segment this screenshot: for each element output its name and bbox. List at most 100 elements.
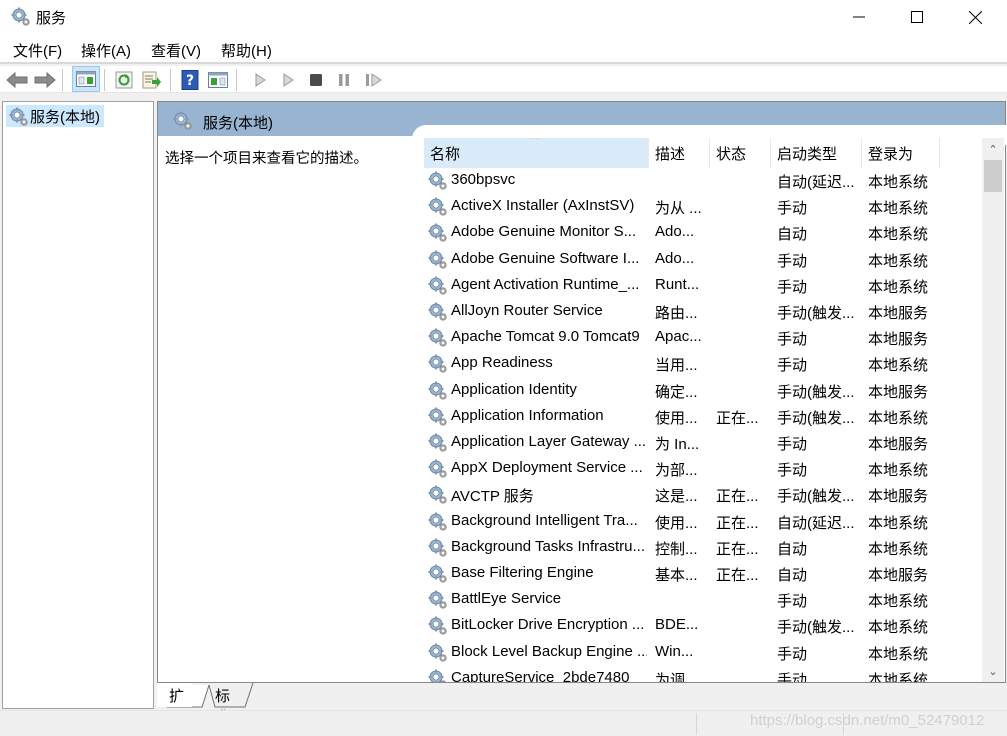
- refresh-icon: [115, 71, 133, 89]
- console-tree-icon: [76, 71, 96, 87]
- window-title: 服务: [36, 10, 67, 27]
- tree-item-services-local[interactable]: 服务(本地): [6, 105, 104, 127]
- service-row[interactable]: BattlEye Service 手动 本地系统: [424, 587, 984, 613]
- service-row[interactable]: ActiveX Installer (AxInstSV) 为从 ... 手动 本地系统: [424, 194, 984, 220]
- cell-logon: 本地系统: [868, 226, 929, 244]
- column-header-name[interactable]: ^ 名称: [424, 138, 649, 168]
- description-text: 选择一个项目来查看它的描述。: [165, 151, 368, 167]
- service-gear-icon: [428, 564, 447, 583]
- cell-name: Adobe Genuine Monitor S...: [451, 223, 637, 241]
- cell-startup: 手动(触发...: [777, 619, 855, 637]
- maximize-icon: [911, 11, 923, 23]
- menu-view[interactable]: 查看(V): [151, 40, 201, 61]
- cell-name: Adobe Genuine Software I...: [451, 249, 640, 267]
- refresh-button[interactable]: [112, 68, 136, 92]
- cell-name: Apache Tomcat 9.0 Tomcat9: [451, 328, 640, 346]
- column-header-label: 名称: [430, 145, 461, 163]
- services-pane: 服务(本地) 选择一个项目来查看它的描述。 ^ 名称 描述 状态 启动类型 登录…: [157, 101, 1007, 683]
- service-gear-icon: [428, 642, 447, 662]
- menu-help[interactable]: 帮助(H): [221, 40, 272, 61]
- close-button[interactable]: [946, 0, 1004, 34]
- tab-standard[interactable]: 标准: [203, 683, 238, 726]
- column-header-startup-type[interactable]: 启动类型: [771, 138, 862, 168]
- service-row[interactable]: 360bpsvc 自动(延迟... 本地系统: [424, 168, 984, 194]
- pause-service-button[interactable]: [332, 68, 356, 92]
- forward-button[interactable]: [33, 68, 57, 92]
- stop-service-button[interactable]: [304, 68, 328, 92]
- scroll-thumb[interactable]: [984, 160, 1002, 192]
- minimize-button[interactable]: [830, 0, 888, 34]
- cell-desc: BDE...: [655, 616, 699, 634]
- scroll-down-button[interactable]: ⌄: [982, 660, 1004, 682]
- service-row[interactable]: AllJoyn Router Service 路由... 手动(触发... 本地服务: [424, 299, 984, 325]
- cell-logon: 本地系统: [868, 278, 929, 296]
- cell-logon: 本地系统: [868, 462, 929, 480]
- column-header-status[interactable]: 状态: [710, 138, 771, 168]
- service-row[interactable]: Background Intelligent Tra... 使用... 正在... 自…: [424, 509, 984, 535]
- column-header-description[interactable]: 描述: [649, 138, 710, 168]
- pause-icon: [339, 74, 349, 86]
- service-row[interactable]: AVCTP 服务 这是... 正在... 手动(触发... 本地服务: [424, 482, 984, 508]
- column-header-logon-as[interactable]: 登录为: [862, 138, 940, 168]
- cell-startup: 手动: [777, 252, 808, 270]
- show-hide-console-tree-button[interactable]: [72, 66, 100, 92]
- cell-desc: 使用...: [655, 514, 698, 532]
- service-row[interactable]: Apache Tomcat 9.0 Tomcat9 Apac... 手动 本地服务: [424, 325, 984, 351]
- service-row[interactable]: Application Layer Gateway ... 为 In... 手动 本地…: [424, 430, 984, 456]
- service-gear-icon: [428, 171, 447, 190]
- column-header-label: 启动类型: [777, 145, 838, 163]
- service-row[interactable]: Application Information 使用... 正在... 手动(触发..…: [424, 404, 984, 430]
- stop-icon: [310, 74, 322, 86]
- services-gear-icon: [9, 107, 28, 126]
- title-bar: 服务: [0, 0, 1007, 34]
- cell-startup: 自动: [777, 567, 808, 584]
- service-row[interactable]: Application Identity 确定... 手动(触发... 本地服务: [424, 378, 984, 404]
- service-gear-icon: [428, 275, 447, 295]
- service-row[interactable]: App Readiness 当用... 手动 本地系统: [424, 351, 984, 377]
- restart-service-button[interactable]: [362, 68, 386, 92]
- menu-action[interactable]: 操作(A): [81, 40, 131, 61]
- service-row[interactable]: Block Level Backup Engine ... Win... 手动 本地系…: [424, 640, 984, 666]
- service-gear-icon: [428, 590, 447, 609]
- cell-logon: 本地服务: [868, 331, 929, 349]
- cell-logon: 本地服务: [868, 436, 929, 453]
- cell-name: Background Intelligent Tra...: [451, 511, 638, 529]
- service-row[interactable]: AppX Deployment Service ... 为部... 手动 本地系统: [424, 456, 984, 482]
- service-row[interactable]: Adobe Genuine Monitor S... Ado... 自动 本地系统: [424, 220, 984, 246]
- cell-name: Application Layer Gateway ...: [451, 433, 647, 450]
- cell-name: Application Information: [451, 406, 604, 424]
- services-gear-icon: [11, 7, 30, 26]
- vertical-scrollbar[interactable]: ⌃ ⌄: [982, 138, 1004, 682]
- show-hide-action-pane-button[interactable]: [206, 68, 230, 92]
- cell-status: 正在...: [716, 409, 759, 427]
- service-row[interactable]: Agent Activation Runtime_... Runt... 手动 本地系…: [424, 273, 984, 299]
- help-icon: ?: [181, 70, 199, 90]
- back-button[interactable]: [5, 68, 29, 92]
- maximize-button[interactable]: [888, 0, 946, 34]
- cell-name: 360bpsvc: [451, 171, 516, 188]
- tab-extended[interactable]: 扩展: [157, 683, 193, 726]
- cell-desc: 路由...: [655, 305, 698, 322]
- service-row[interactable]: Base Filtering Engine 基本... 正在... 自动 本地服务: [424, 561, 984, 587]
- service-row[interactable]: Background Tasks Infrastru... 控制... 正在... 自…: [424, 535, 984, 561]
- cell-desc: 确定...: [655, 383, 698, 401]
- export-list-button[interactable]: [140, 68, 164, 92]
- help-button[interactable]: ?: [178, 68, 202, 92]
- cell-startup: 手动(触发...: [777, 409, 855, 427]
- service-gear-icon: [428, 668, 447, 682]
- service-row[interactable]: Adobe Genuine Software I... Ado... 手动 本地系统: [424, 247, 984, 273]
- menu-file[interactable]: 文件(F): [13, 40, 62, 61]
- cell-logon: 本地系统: [868, 409, 929, 427]
- service-row[interactable]: CaptureService_2bde7480 为调... 手动 本地系统: [424, 666, 984, 682]
- service-gear-icon: [428, 249, 447, 269]
- cell-startup: 自动(延迟...: [777, 514, 855, 532]
- cell-logon: 本地系统: [868, 671, 929, 682]
- cell-status: 正在...: [716, 514, 759, 532]
- console-tree: 服务(本地): [2, 101, 154, 709]
- toolbar-separator: [104, 69, 105, 91]
- start-service-button[interactable]: [248, 68, 272, 92]
- service-row[interactable]: BitLocker Drive Encryption ... BDE... 手动(触…: [424, 613, 984, 639]
- service-gear-icon: [428, 537, 447, 557]
- scroll-up-button[interactable]: ⌃: [982, 138, 1004, 160]
- start-service-alt-button[interactable]: [276, 68, 300, 92]
